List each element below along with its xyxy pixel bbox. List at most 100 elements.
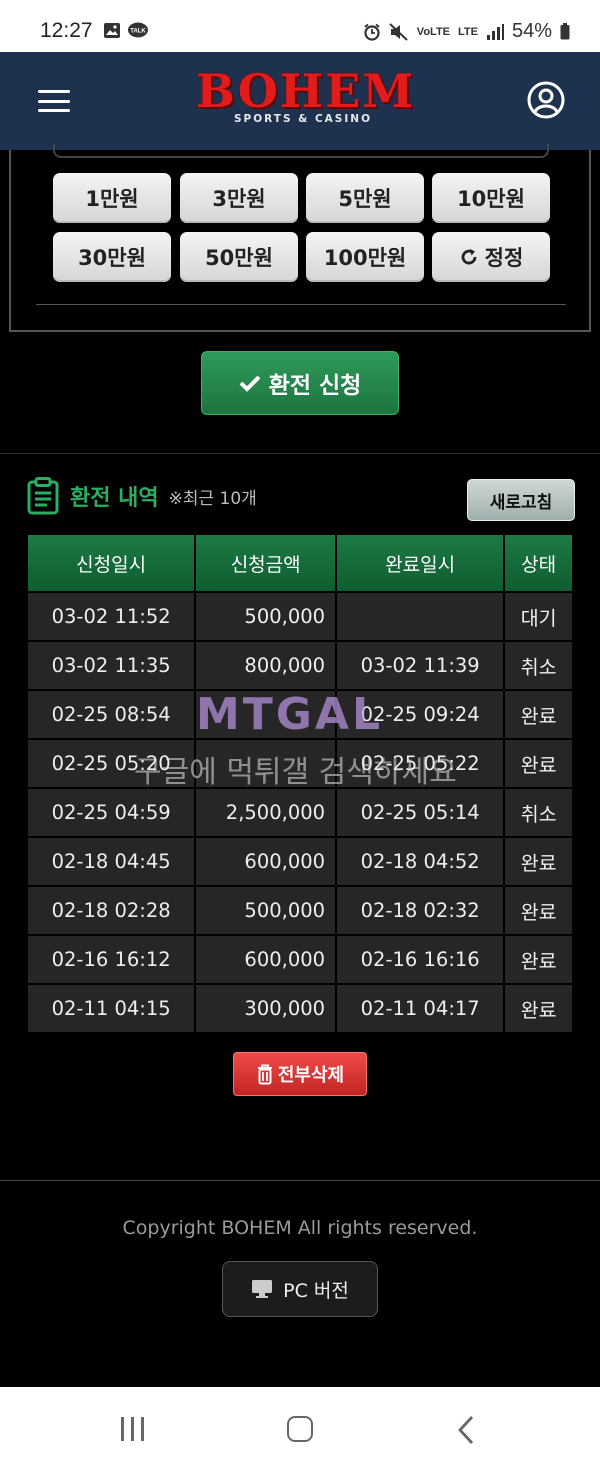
cell-request-amount: 300,000 — [194, 983, 338, 1034]
amount-button-1m[interactable]: 100만원 — [306, 232, 424, 282]
cell-status: 완료 — [503, 885, 574, 936]
cell-request-time: 02-18 04:45 — [25, 836, 197, 887]
col-request-amount: 신청금액 — [194, 533, 338, 593]
cell-request-amount: 600,000 — [194, 934, 338, 985]
cell-request-time: 02-18 02:28 — [25, 885, 197, 936]
col-complete-time: 완료일시 — [335, 533, 506, 593]
cell-complete-time: 02-25 05:22 — [335, 738, 506, 789]
exchange-apply-label: 환전 신청 — [268, 373, 362, 399]
cell-request-time: 02-25 04:59 — [25, 787, 197, 838]
cell-status: 완료 — [503, 738, 574, 789]
cell-request-amount: 500,000 — [194, 885, 338, 936]
cell-request-time: 03-02 11:52 — [25, 591, 197, 642]
site-logo[interactable]: BOHEM SPORTS & CASINO — [196, 64, 416, 135]
history-refresh-button[interactable]: 새로고침 — [467, 479, 575, 521]
table-row: 03-02 11:52 500,000 대기 — [25, 591, 574, 642]
history-title: 환전 내역 — [70, 486, 159, 511]
cell-request-amount — [194, 738, 338, 789]
delete-all-label: 전부삭제 — [277, 1065, 345, 1086]
site-header: BOHEM SPORTS & CASINO — [0, 52, 600, 150]
table-row: 02-18 04:45 600,000 02-18 04:52 완료 — [25, 836, 574, 887]
col-request-time: 신청일시 — [25, 533, 197, 593]
table-row: 02-18 02:28 500,000 02-18 02:32 완료 — [25, 885, 574, 936]
col-status: 상태 — [503, 533, 574, 593]
cell-request-amount — [194, 689, 338, 740]
cell-request-time: 02-11 04:15 — [25, 983, 197, 1034]
cell-request-amount: 800,000 — [194, 640, 338, 691]
status-time: 12:27 — [40, 19, 93, 42]
clipboard-icon — [27, 477, 59, 515]
menu-icon[interactable] — [38, 90, 70, 112]
table-row: 02-25 05:20 02-25 05:22 완료 — [25, 738, 574, 789]
cell-complete-time: 02-16 16:16 — [335, 934, 506, 985]
panel-divider — [36, 304, 566, 305]
amount-input[interactable] — [53, 144, 549, 158]
amount-button-500k[interactable]: 50만원 — [180, 232, 298, 282]
amount-button-50k[interactable]: 5만원 — [306, 173, 424, 223]
pc-version-label: PC 버전 — [283, 1279, 349, 1302]
cell-complete-time: 03-02 11:39 — [335, 640, 506, 691]
delete-all-button[interactable]: 전부삭제 — [233, 1052, 367, 1096]
cell-request-time: 02-25 08:54 — [25, 689, 197, 740]
copyright-text: Copyright BOHEM All rights reserved. — [122, 1217, 478, 1239]
table-row: 02-16 16:12 600,000 02-16 16:16 완료 — [25, 934, 574, 985]
recent-apps-icon[interactable] — [120, 1417, 146, 1441]
logo-brand: BOHEM — [196, 64, 416, 118]
user-account-icon[interactable] — [527, 81, 565, 119]
history-heading: 환전 내역 ※최근 10개 — [26, 476, 257, 516]
exchange-apply-button[interactable]: 환전 신청 — [201, 351, 399, 415]
alarm-icon — [364, 23, 380, 41]
footer-divider — [0, 1180, 600, 1181]
cell-request-time: 02-25 05:20 — [25, 738, 197, 789]
lte-indicator: LTE — [458, 25, 478, 38]
gallery-notification-icon — [104, 23, 120, 38]
mute-icon — [389, 22, 408, 41]
amount-button-100k[interactable]: 10만원 — [432, 173, 550, 223]
cell-request-amount: 500,000 — [194, 591, 338, 642]
cell-request-amount: 2,500,000 — [194, 787, 338, 838]
table-row: 03-02 11:35 800,000 03-02 11:39 취소 — [25, 640, 574, 691]
back-icon[interactable] — [456, 1415, 478, 1445]
history-table: 신청일시 신청금액 완료일시 상태 03-02 11:52 500,000 대기… — [25, 533, 574, 1034]
monitor-icon — [252, 1280, 273, 1298]
amount-button-30k[interactable]: 3만원 — [180, 173, 298, 223]
cell-status: 완료 — [503, 934, 574, 985]
cell-request-time: 02-16 16:12 — [25, 934, 197, 985]
cell-complete-time — [335, 591, 506, 642]
cell-request-time: 03-02 11:35 — [25, 640, 197, 691]
amount-panel: 1만원 3만원 5만원 10만원 30만원 50만원 100만원 정정 — [9, 144, 591, 332]
cell-complete-time: 02-25 05:14 — [335, 787, 506, 838]
cell-status: 완료 — [503, 983, 574, 1034]
cell-status: 취소 — [503, 640, 574, 691]
cell-complete-time: 02-18 04:52 — [335, 836, 506, 887]
cell-complete-time: 02-18 02:32 — [335, 885, 506, 936]
battery-icon — [560, 23, 570, 40]
check-icon — [239, 375, 261, 392]
amount-button-10k[interactable]: 1만원 — [53, 173, 171, 223]
pc-version-button[interactable]: PC 버전 — [222, 1261, 378, 1317]
status-bar: 12:27 TALK VoLTE LTE 54% — [0, 0, 600, 52]
talk-notification-icon: TALK — [128, 22, 148, 38]
amount-reset-button[interactable]: 정정 — [432, 232, 550, 282]
cell-status: 완료 — [503, 689, 574, 740]
home-icon[interactable] — [287, 1416, 313, 1442]
cell-request-amount: 600,000 — [194, 836, 338, 887]
refresh-icon — [461, 249, 477, 265]
table-row: 02-11 04:15 300,000 02-11 04:17 완료 — [25, 983, 574, 1034]
cell-complete-time: 02-11 04:17 — [335, 983, 506, 1034]
cell-status: 대기 — [503, 591, 574, 642]
cell-status: 완료 — [503, 836, 574, 887]
table-header-row: 신청일시 신청금액 완료일시 상태 — [25, 533, 574, 593]
amount-button-300k[interactable]: 30만원 — [53, 232, 171, 282]
amount-reset-label: 정정 — [484, 246, 524, 270]
history-note: ※최근 10개 — [168, 488, 257, 509]
volte-indicator: VoLTE — [416, 25, 450, 38]
svg-text:TALK: TALK — [130, 29, 146, 35]
section-divider — [0, 453, 600, 454]
table-row: 02-25 08:54 02-25 09:24 완료 — [25, 689, 574, 740]
status-right-group: VoLTE LTE 54% — [363, 20, 570, 43]
trash-icon — [257, 1064, 272, 1085]
signal-icon — [486, 23, 504, 40]
table-row: 02-25 04:59 2,500,000 02-25 05:14 취소 — [25, 787, 574, 838]
battery-percent: 54% — [511, 20, 552, 42]
